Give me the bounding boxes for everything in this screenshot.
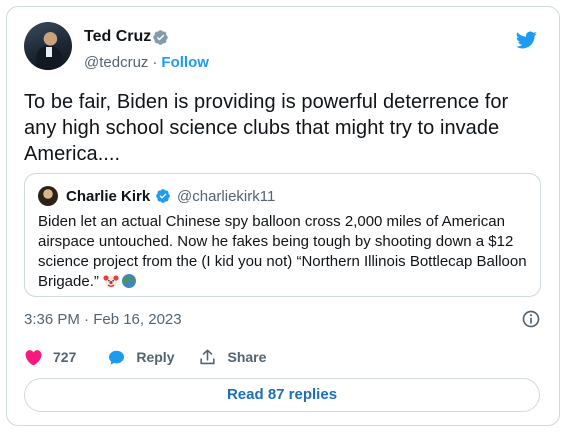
- share-label: Share: [227, 349, 267, 365]
- tweet-actions-bar: 727 Reply Share: [24, 345, 266, 369]
- twitter-bird-icon[interactable]: [513, 29, 539, 51]
- clown-face-icon: [103, 275, 119, 288]
- quoted-author-handle[interactable]: @charliekirk11: [177, 187, 275, 206]
- tweet-card: Ted Cruz @tedcruz · Follow To be fair, Bid…: [6, 6, 560, 426]
- share-icon: [200, 349, 216, 364]
- author-name[interactable]: Ted Cruz: [84, 27, 151, 47]
- author-avatar[interactable]: [24, 22, 72, 70]
- author-handle-row: @tedcruz · Follow: [84, 53, 209, 73]
- author-handle[interactable]: @tedcruz: [84, 54, 148, 71]
- quoted-tweet-text: Biden let an actual Chinese spy balloon …: [38, 212, 528, 292]
- like-button[interactable]: 727: [24, 348, 76, 367]
- verified-icon: [153, 30, 168, 45]
- reply-label: Reply: [136, 349, 175, 365]
- quoted-author-name[interactable]: Charlie Kirk: [66, 187, 150, 206]
- separator-dot: ·: [152, 54, 158, 71]
- quoted-verified-icon: [156, 189, 170, 203]
- avatar-shirt: [46, 47, 52, 57]
- share-button[interactable]: Share: [198, 348, 266, 367]
- follow-button[interactable]: Follow: [161, 54, 209, 71]
- reply-button[interactable]: Reply: [107, 348, 174, 367]
- info-icon[interactable]: [521, 309, 541, 329]
- read-replies-button[interactable]: Read 87 replies: [24, 378, 540, 412]
- globe-icon: [122, 274, 137, 288]
- quoted-tweet[interactable]: Charlie Kirk @charliekirk11 Biden let an…: [24, 173, 541, 297]
- reply-bubble-icon: [109, 350, 125, 365]
- like-count: 727: [53, 349, 77, 365]
- heart-icon: [25, 349, 42, 365]
- quoted-author-avatar[interactable]: [38, 186, 58, 206]
- tweet-text: To be fair, Biden is providing is powerf…: [24, 91, 509, 165]
- tweet-timestamp[interactable]: 3:36 PM · Feb 16, 2023: [24, 310, 182, 330]
